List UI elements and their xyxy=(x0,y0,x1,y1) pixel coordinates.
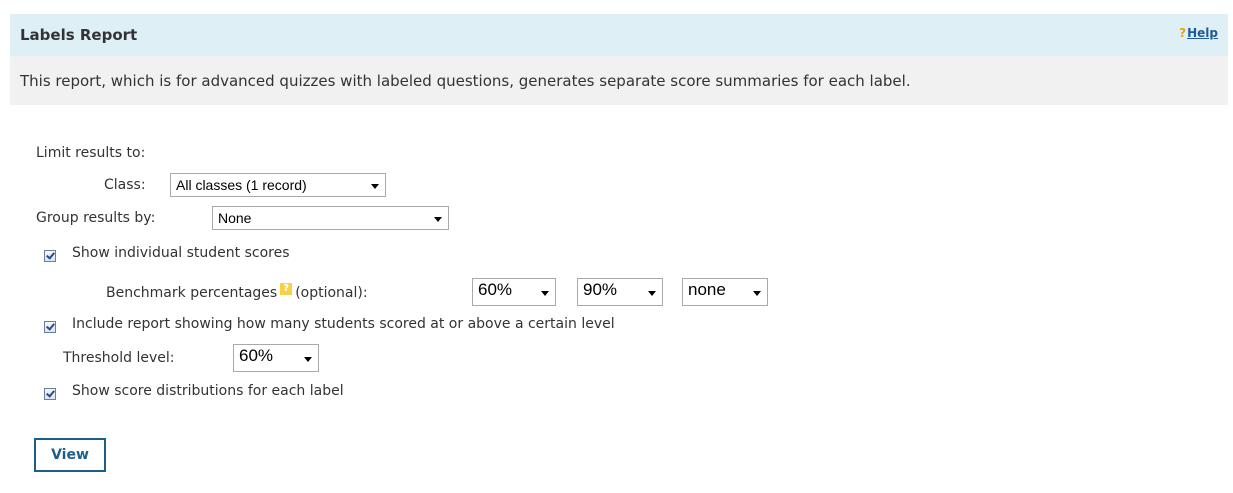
group-results-label: Group results by: xyxy=(36,210,156,226)
show-individual-checkbox[interactable] xyxy=(44,250,56,262)
show-distributions-checkbox[interactable] xyxy=(44,388,56,400)
include-threshold-label: Include report showing how many students… xyxy=(72,316,615,332)
threshold-value: 60% xyxy=(239,346,274,365)
benchmark-value-3: none xyxy=(688,280,726,299)
benchmark-optional-label: (optional): xyxy=(295,285,368,301)
help-question-icon: ? xyxy=(1179,26,1187,40)
benchmark-select-2[interactable]: 90% xyxy=(577,278,663,306)
threshold-level-label: Threshold level: xyxy=(63,350,175,366)
include-threshold-checkbox[interactable] xyxy=(44,321,56,333)
chevron-down-icon xyxy=(371,184,379,189)
group-select[interactable]: None xyxy=(212,206,449,230)
chevron-down-icon xyxy=(434,217,442,222)
description-bar: This report, which is for advanced quizz… xyxy=(10,56,1228,105)
benchmark-value-2: 90% xyxy=(583,280,618,299)
benchmark-select-1[interactable]: 60% xyxy=(472,278,556,306)
class-label: Class: xyxy=(104,177,146,193)
show-distributions-label: Show score distributions for each label xyxy=(72,383,344,399)
chevron-down-icon xyxy=(753,291,761,296)
report-description: This report, which is for advanced quizz… xyxy=(20,72,911,90)
page-title: Labels Report xyxy=(20,26,138,44)
threshold-select[interactable]: 60% xyxy=(233,344,319,372)
benchmark-value-1: 60% xyxy=(478,280,513,299)
chevron-down-icon xyxy=(648,291,656,296)
class-select-value: All classes (1 record) xyxy=(176,177,307,193)
benchmark-help-icon[interactable]: ? xyxy=(280,283,293,295)
help-link[interactable]: Help xyxy=(1187,26,1218,40)
benchmark-label: Benchmark percentages xyxy=(106,285,278,301)
chevron-down-icon xyxy=(304,357,312,362)
report-header: Labels Report ?Help xyxy=(10,14,1228,56)
chevron-down-icon xyxy=(541,291,549,296)
help-link-group[interactable]: ?Help xyxy=(1179,26,1218,40)
view-button[interactable]: View xyxy=(34,438,106,472)
benchmark-label-group: Benchmark percentages? (optional): xyxy=(106,283,368,301)
benchmark-select-3[interactable]: none xyxy=(682,278,768,306)
class-select[interactable]: All classes (1 record) xyxy=(170,173,386,197)
limit-results-label: Limit results to: xyxy=(36,145,146,161)
group-select-value: None xyxy=(218,210,252,226)
show-individual-label: Show individual student scores xyxy=(72,245,290,261)
